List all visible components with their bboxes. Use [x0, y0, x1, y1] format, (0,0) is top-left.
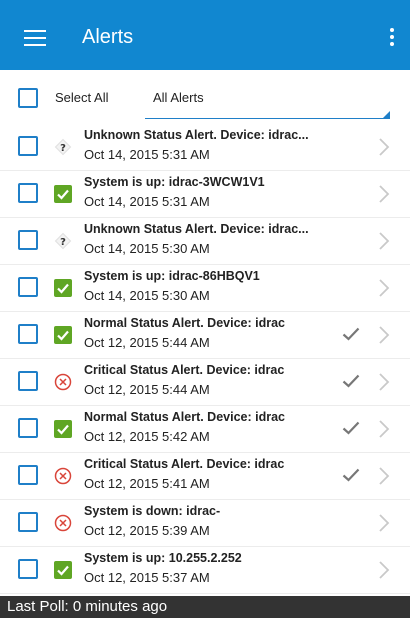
alert-checkbox[interactable]	[18, 465, 38, 485]
last-poll-bar: Last Poll: 0 minutes ago	[0, 596, 410, 618]
chevron-right-icon[interactable]	[378, 231, 390, 251]
alert-row[interactable]: System is up: 10.255.2.252 Oct 12, 2015 5…	[0, 547, 410, 594]
alert-timestamp: Oct 14, 2015 5:30 AM	[84, 241, 210, 256]
alert-timestamp: Oct 12, 2015 5:44 AM	[84, 335, 210, 350]
alert-timestamp: Oct 12, 2015 5:39 AM	[84, 523, 210, 538]
alert-checkbox[interactable]	[18, 512, 38, 532]
alert-row[interactable]: System is up: idrac-3WCW1V1 Oct 14, 2015 …	[0, 171, 410, 218]
alert-checkbox[interactable]	[18, 418, 38, 438]
alert-title: Critical Status Alert. Device: idrac	[84, 363, 285, 377]
alert-row[interactable]: Critical Status Alert. Device: idrac Oct …	[0, 359, 410, 406]
dropdown-corner-icon	[383, 111, 390, 118]
alert-checkbox[interactable]	[18, 559, 38, 579]
alert-title: Normal Status Alert. Device: idrac	[84, 316, 285, 330]
alert-checkbox[interactable]	[18, 371, 38, 391]
alert-checkbox[interactable]	[18, 136, 38, 156]
alert-timestamp: Oct 14, 2015 5:31 AM	[84, 194, 210, 209]
chevron-right-icon[interactable]	[378, 419, 390, 439]
alert-row[interactable]: Normal Status Alert. Device: idrac Oct 12…	[0, 312, 410, 359]
status-critical-icon	[54, 514, 72, 532]
more-vert-icon[interactable]	[390, 28, 394, 46]
status-ok-icon	[54, 279, 72, 297]
last-poll-text: Last Poll: 0 minutes ago	[7, 598, 168, 615]
alert-checkbox[interactable]	[18, 277, 38, 297]
alert-filter-value: All Alerts	[153, 90, 204, 105]
status-unknown-icon: ?	[54, 138, 72, 156]
acknowledged-check-icon	[342, 373, 360, 389]
status-ok-icon	[54, 420, 72, 438]
filter-row: Select All All Alerts	[0, 72, 410, 124]
alert-row[interactable]: Normal Status Alert. Device: idrac Oct 12…	[0, 406, 410, 453]
status-critical-icon	[54, 467, 72, 485]
select-all-label: Select All	[55, 90, 109, 105]
alert-title: Unknown Status Alert. Device: idrac...	[84, 128, 309, 142]
alert-timestamp: Oct 12, 2015 5:44 AM	[84, 382, 210, 397]
svg-text:?: ?	[60, 143, 66, 154]
status-ok-icon	[54, 326, 72, 344]
chevron-right-icon[interactable]	[378, 137, 390, 157]
alert-filter-dropdown[interactable]: All Alerts	[145, 80, 390, 119]
alert-row[interactable]: ? Unknown Status Alert. Device: idrac... O…	[0, 218, 410, 265]
acknowledged-check-icon	[342, 420, 360, 436]
chevron-right-icon[interactable]	[378, 466, 390, 486]
alert-timestamp: Oct 14, 2015 5:30 AM	[84, 288, 210, 303]
chevron-right-icon[interactable]	[378, 513, 390, 533]
status-ok-icon	[54, 185, 72, 203]
page-title: Alerts	[82, 26, 134, 48]
alert-title: Critical Status Alert. Device: idrac	[84, 457, 285, 471]
alert-row[interactable]: System is down: idrac- Oct 12, 2015 5:39 …	[0, 500, 410, 547]
svg-text:?: ?	[60, 237, 66, 248]
alert-checkbox[interactable]	[18, 230, 38, 250]
alert-timestamp: Oct 12, 2015 5:37 AM	[84, 570, 210, 585]
status-ok-icon	[54, 561, 72, 579]
acknowledged-check-icon	[342, 467, 360, 483]
chevron-right-icon[interactable]	[378, 278, 390, 298]
select-all-checkbox[interactable]	[18, 88, 38, 108]
hamburger-icon[interactable]	[24, 30, 46, 46]
alert-timestamp: Oct 12, 2015 5:41 AM	[84, 476, 210, 491]
alert-checkbox[interactable]	[18, 183, 38, 203]
acknowledged-check-icon	[342, 326, 360, 342]
alert-title: System is up: idrac-86HBQV1	[84, 269, 260, 283]
alert-timestamp: Oct 14, 2015 5:31 AM	[84, 147, 210, 162]
alert-row[interactable]: Critical Status Alert. Device: idrac Oct …	[0, 453, 410, 500]
alerts-list: ? Unknown Status Alert. Device: idrac... O…	[0, 124, 410, 598]
alert-title: System is up: idrac-3WCW1V1	[84, 175, 265, 189]
alert-row[interactable]: ? Unknown Status Alert. Device: idrac... O…	[0, 124, 410, 171]
chevron-right-icon[interactable]	[378, 372, 390, 392]
alert-title: Unknown Status Alert. Device: idrac...	[84, 222, 309, 236]
app-bar: Alerts	[0, 0, 410, 70]
chevron-right-icon[interactable]	[378, 325, 390, 345]
status-critical-icon	[54, 373, 72, 391]
alert-title: Normal Status Alert. Device: idrac	[84, 410, 285, 424]
alert-title: System is down: idrac-	[84, 504, 221, 518]
alert-title: System is up: 10.255.2.252	[84, 551, 242, 565]
chevron-right-icon[interactable]	[378, 184, 390, 204]
alert-row[interactable]: System is up: idrac-86HBQV1 Oct 14, 2015 …	[0, 265, 410, 312]
status-unknown-icon: ?	[54, 232, 72, 250]
alert-checkbox[interactable]	[18, 324, 38, 344]
chevron-right-icon[interactable]	[378, 560, 390, 580]
alert-timestamp: Oct 12, 2015 5:42 AM	[84, 429, 210, 444]
